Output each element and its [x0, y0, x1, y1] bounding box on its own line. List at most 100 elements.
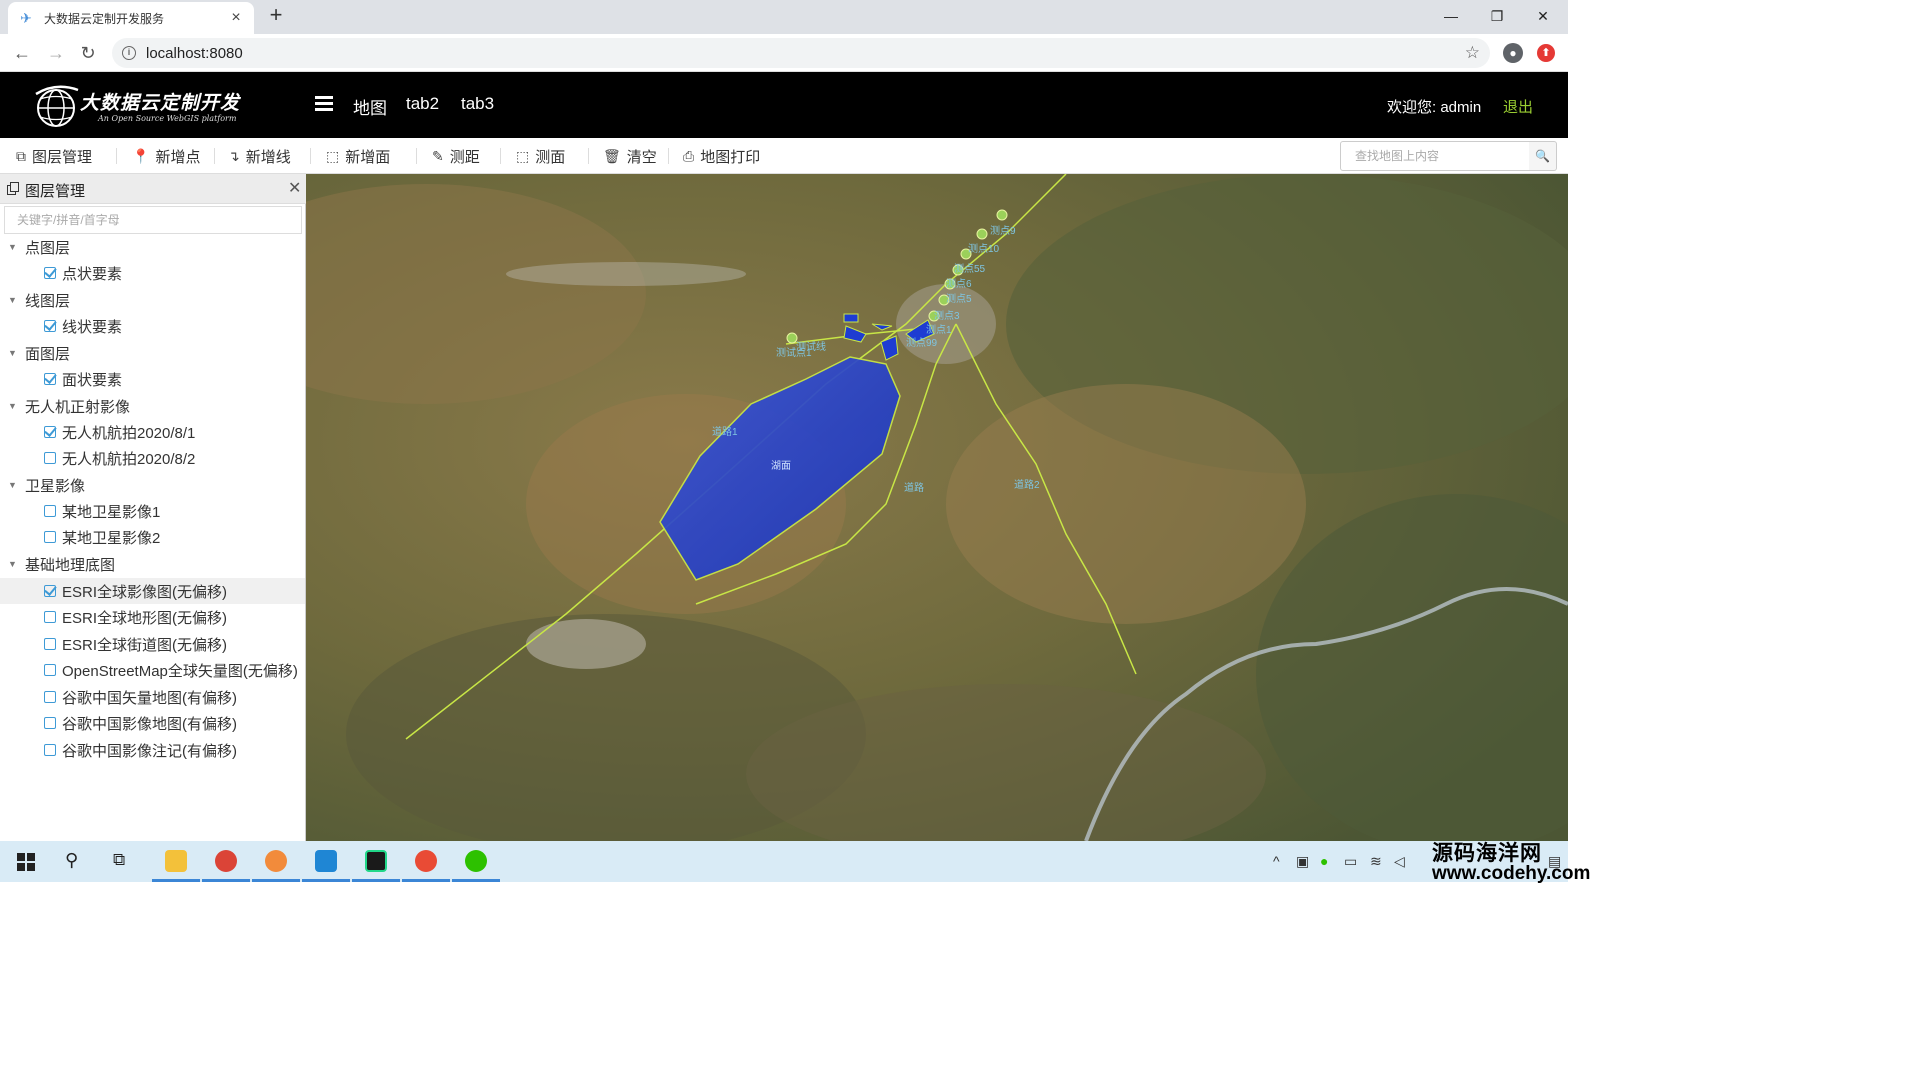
vscode-icon[interactable]	[302, 841, 350, 882]
checkbox[interactable]	[44, 611, 56, 623]
notification-icon[interactable]: ▤	[1548, 853, 1561, 870]
taskbar: ⚲ ⧉ ^ ▣ ● ▭ ≋ ◁ ▤	[0, 841, 1568, 882]
checkbox[interactable]	[44, 664, 56, 676]
add-point-button[interactable]: 📍 新增点	[132, 144, 200, 168]
map-search-input[interactable]: 查找地图上内容	[1340, 141, 1530, 171]
tree-item[interactable]: 谷歌中国影像注记(有偏移)	[0, 737, 305, 763]
nav-tab3[interactable]: tab3	[461, 94, 494, 114]
wechat-tray-icon[interactable]: ●	[1320, 853, 1328, 869]
pycharm-icon[interactable]	[352, 841, 400, 882]
tree-item[interactable]: 点状要素	[0, 260, 305, 286]
new-tab-button[interactable]: +	[264, 4, 288, 28]
checkbox[interactable]	[44, 426, 56, 438]
add-line-label: 新增线	[245, 148, 291, 166]
tree-item[interactable]: 面状要素	[0, 366, 305, 392]
layers-icon	[7, 182, 19, 195]
tree-group[interactable]: ▼ 卫星影像	[0, 472, 305, 498]
layers-button[interactable]: ⧉ 图层管理	[16, 144, 92, 168]
tree-item[interactable]: ESRI全球影像图(无偏移)	[0, 578, 305, 604]
tree-group[interactable]: ▼ 线图层	[0, 287, 305, 313]
caret-down-icon[interactable]: ▼	[8, 242, 18, 252]
info-icon[interactable]: i	[122, 46, 136, 60]
caret-down-icon[interactable]: ▼	[8, 480, 18, 490]
checkbox[interactable]	[44, 505, 56, 517]
line-icon: ↴	[228, 147, 240, 164]
checkbox[interactable]	[44, 267, 56, 279]
checkbox[interactable]	[44, 691, 56, 703]
add-polygon-button[interactable]: ⬚ 新增面	[326, 144, 390, 168]
battery-icon[interactable]: ▭	[1344, 853, 1357, 870]
forward-icon[interactable]: →	[44, 42, 68, 64]
checkbox[interactable]	[44, 717, 56, 729]
tree-item[interactable]: 谷歌中国矢量地图(有偏移)	[0, 684, 305, 710]
tree-item[interactable]: ESRI全球街道图(无偏移)	[0, 631, 305, 657]
tree-item[interactable]: 某地卫星影像2	[0, 524, 305, 550]
back-icon[interactable]: ←	[10, 42, 34, 64]
checkbox[interactable]	[44, 373, 56, 385]
volume-icon[interactable]: ◁	[1394, 853, 1405, 870]
tree-item[interactable]: 无人机航拍2020/8/1	[0, 419, 305, 445]
satellite-map[interactable]: 测试点1 测试线 测点9 测点10 测点55 测点6 测点5 测点3 测点1 测…	[306, 174, 1568, 841]
minimize-button[interactable]: —	[1428, 4, 1474, 28]
tree-group[interactable]: ▼ 无人机正射影像	[0, 393, 305, 419]
file-explorer-icon[interactable]	[152, 841, 200, 882]
tree-group[interactable]: ▼ 点图层	[0, 234, 305, 260]
toolbar-divider	[310, 148, 311, 164]
checkbox[interactable]	[44, 638, 56, 650]
nav-tab2[interactable]: tab2	[406, 94, 439, 114]
browser-tab[interactable]: ✈ 大数据云定制开发服务 ×	[8, 2, 254, 34]
logout-link[interactable]: 退出	[1503, 96, 1533, 117]
caret-down-icon[interactable]: ▼	[8, 295, 18, 305]
checkbox[interactable]	[44, 585, 56, 597]
app-icon[interactable]	[252, 841, 300, 882]
tray-app-icon[interactable]: ▣	[1296, 853, 1309, 870]
map-canvas[interactable]: 测试点1 测试线 测点9 测点10 测点55 测点6 测点5 测点3 测点1 测…	[306, 174, 1568, 841]
star-icon[interactable]: ☆	[1465, 43, 1480, 63]
tree-item[interactable]: ESRI全球地形图(无偏移)	[0, 604, 305, 630]
browser-app-icon[interactable]	[402, 841, 450, 882]
task-view-icon[interactable]: ⧉	[98, 841, 146, 882]
tree-group[interactable]: ▼ 基础地理底图	[0, 551, 305, 577]
print-label: 地图打印	[700, 148, 761, 166]
checkbox[interactable]	[44, 744, 56, 756]
logo[interactable]: 大数据云定制开发 An Open Source WebGIS platform	[34, 84, 256, 130]
wechat-icon[interactable]	[452, 841, 500, 882]
profile-icon[interactable]: ●	[1503, 43, 1523, 63]
toolbar-divider	[500, 148, 501, 164]
hamburger-menu-icon[interactable]	[315, 96, 333, 112]
checkbox[interactable]	[44, 531, 56, 543]
add-line-button[interactable]: ↴ 新增线	[228, 144, 291, 168]
tree-item[interactable]: 无人机航拍2020/8/2	[0, 445, 305, 471]
chevron-up-icon[interactable]: ^	[1273, 853, 1280, 869]
clear-button[interactable]: 🗑 清空	[603, 144, 657, 168]
caret-down-icon[interactable]: ▼	[8, 348, 18, 358]
add-point-label: 新增点	[155, 148, 201, 166]
close-tab-icon[interactable]: ×	[228, 9, 244, 27]
extension-icon[interactable]: ⬆	[1537, 44, 1555, 62]
caret-down-icon[interactable]: ▼	[8, 401, 18, 411]
url-field[interactable]: i localhost:8080 ☆	[112, 38, 1490, 68]
checkbox[interactable]	[44, 452, 56, 464]
caret-down-icon[interactable]: ▼	[8, 559, 18, 569]
print-button[interactable]: ⎙ 地图打印	[683, 144, 760, 168]
restore-button[interactable]: ❐	[1474, 4, 1520, 28]
tree-item[interactable]: OpenStreetMap全球矢量图(无偏移)	[0, 657, 305, 683]
search-icon[interactable]: 🔍	[1529, 141, 1557, 171]
measure-area-button[interactable]: ⬚ 测面	[516, 144, 565, 168]
chrome-icon[interactable]	[202, 841, 250, 882]
checkbox[interactable]	[44, 320, 56, 332]
clear-label: 清空	[626, 148, 657, 166]
tree-item[interactable]: 线状要素	[0, 313, 305, 339]
close-window-button[interactable]: ✕	[1520, 4, 1566, 28]
measure-distance-button[interactable]: ✎ 测距	[432, 144, 480, 168]
layer-filter-input[interactable]: 关键字/拼音/首字母	[4, 206, 302, 234]
taskbar-search-icon[interactable]: ⚲	[50, 841, 98, 882]
tree-item[interactable]: 某地卫星影像1	[0, 498, 305, 524]
tree-group[interactable]: ▼ 面图层	[0, 340, 305, 366]
nav-map[interactable]: 地图	[353, 94, 387, 119]
close-icon[interactable]: ✕	[288, 178, 301, 198]
wifi-icon[interactable]: ≋	[1370, 853, 1382, 870]
start-button[interactable]	[2, 841, 50, 882]
reload-icon[interactable]: ↻	[76, 42, 100, 64]
tree-item[interactable]: 谷歌中国影像地图(有偏移)	[0, 710, 305, 736]
